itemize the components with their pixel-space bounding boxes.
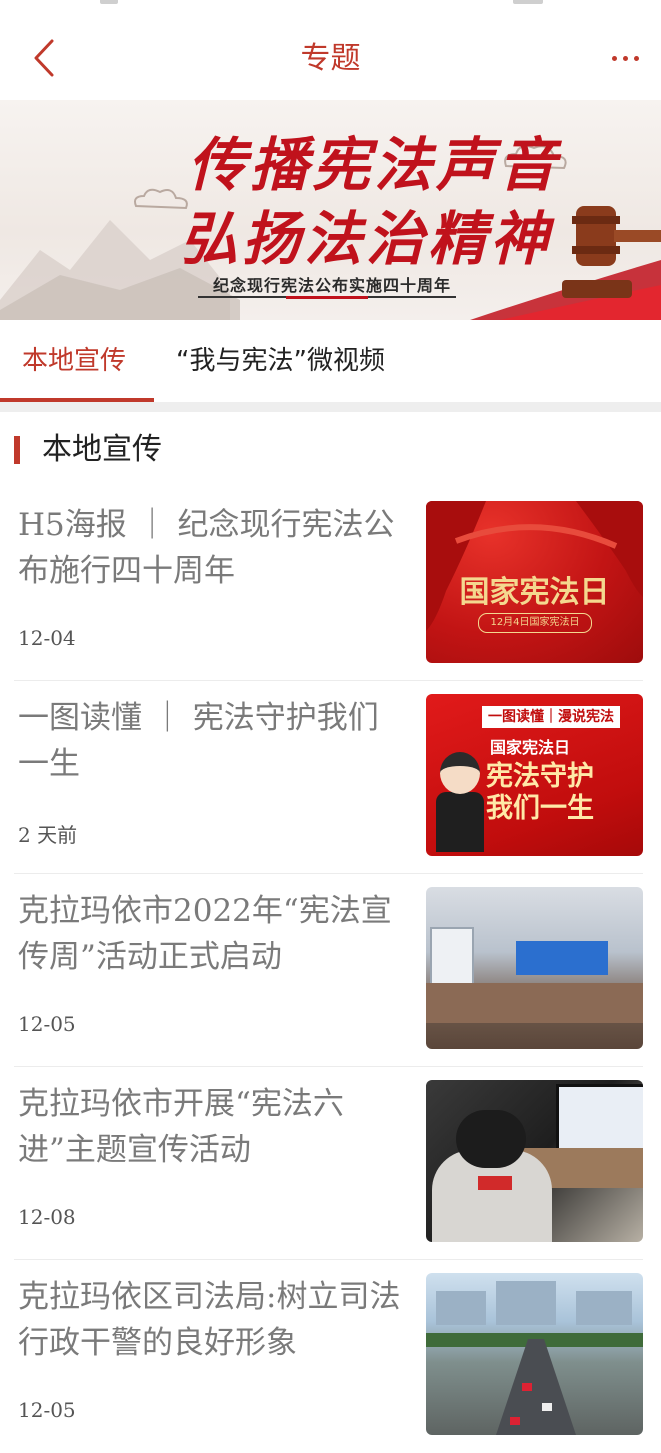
section-divider xyxy=(0,402,661,412)
building xyxy=(436,1291,486,1325)
gavel-icon xyxy=(562,206,661,298)
article-thumbnail: 一图读懂｜漫说宪法 国家宪法日 宪法守护 我们一生 xyxy=(426,694,643,856)
banner-headline-1: 传播宪法声音 xyxy=(188,131,561,199)
thumbnail-line-3: 我们一生 xyxy=(486,793,594,824)
tab-me-and-constitution-videos[interactable]: “我与宪法”微视频 xyxy=(176,320,385,402)
page-title: 专题 xyxy=(300,41,361,76)
more-dot xyxy=(633,55,639,61)
section-title: 本地宣传 xyxy=(42,432,162,467)
road xyxy=(496,1339,576,1435)
building xyxy=(496,1281,556,1325)
article-list: H5海报 ｜ 纪念现行宪法公布施行四十周年 12-04 国家宪法日 12月4日国… xyxy=(0,488,661,1453)
article-title: 一图读懂 ｜ 宪法守护我们一生 xyxy=(18,700,379,782)
more-button[interactable] xyxy=(603,40,647,76)
thumbnail-caption: 12月4日国家宪法日 xyxy=(478,613,592,633)
car xyxy=(542,1403,552,1411)
status-bar-mark-right xyxy=(513,0,543,4)
thumbnail-tag: 一图读懂｜漫说宪法 xyxy=(482,706,620,728)
article-item[interactable]: 克拉玛依市2022年“宪法宣传周”活动正式启动 12-05 xyxy=(0,874,661,1067)
tab-bar: 本地宣传 “我与宪法”微视频 xyxy=(0,320,661,402)
article-date: 12-05 xyxy=(18,1012,76,1036)
car xyxy=(510,1417,520,1425)
article-item[interactable]: 克拉玛依区司法局:树立司法行政干警的良好形象 12-05 xyxy=(0,1260,661,1453)
article-title: 克拉玛依区司法局:树立司法行政干警的良好形象 xyxy=(18,1279,401,1361)
article-title: H5海报 ｜ 纪念现行宪法公布施行四十周年 xyxy=(18,507,395,589)
student-head xyxy=(456,1110,526,1168)
article-title: 克拉玛依市2022年“宪法宣传周”活动正式启动 xyxy=(18,893,392,975)
cartoon-figure-body xyxy=(436,792,484,852)
article-thumbnail: 国家宪法日 12月4日国家宪法日 xyxy=(426,501,643,663)
article-thumbnail xyxy=(426,1273,643,1435)
more-dot xyxy=(622,55,628,61)
section-accent-bar xyxy=(14,436,20,464)
article-item[interactable]: 一图读懂 ｜ 宪法守护我们一生 2 天前 一图读懂｜漫说宪法 国家宪法日 宪法守… xyxy=(0,681,661,874)
banner-headline-2: 弘扬法治精神 xyxy=(180,205,553,273)
red-scarf xyxy=(478,1176,512,1190)
article-item[interactable]: H5海报 ｜ 纪念现行宪法公布施行四十周年 12-04 国家宪法日 12月4日国… xyxy=(0,488,661,681)
article-item[interactable]: 克拉玛依市开展“宪法六进”主题宣传活动 12-08 xyxy=(0,1067,661,1260)
article-thumbnail xyxy=(426,1080,643,1242)
meeting-room-window xyxy=(430,927,474,987)
article-date: 12-04 xyxy=(18,626,76,650)
banner-subtitle: 纪念现行宪法公布实施四十周年 xyxy=(213,276,452,295)
status-bar xyxy=(0,0,661,18)
cartoon-figure-head xyxy=(440,752,480,794)
car xyxy=(522,1383,532,1391)
status-bar-mark-left xyxy=(100,0,118,4)
building xyxy=(576,1291,632,1325)
section-header: 本地宣传 xyxy=(0,412,661,488)
computer-monitor xyxy=(556,1084,643,1156)
thumbnail-headline: 国家宪法日 xyxy=(459,575,610,610)
meeting-room-screen xyxy=(516,941,608,975)
tab-local-promotion[interactable]: 本地宣传 xyxy=(22,320,126,402)
article-date: 2 天前 xyxy=(18,823,78,847)
banner-subtitle-accent xyxy=(286,296,368,299)
navigation-bar: 专题 xyxy=(0,18,661,100)
more-dots-icon xyxy=(611,55,617,61)
article-date: 12-08 xyxy=(18,1205,76,1229)
article-date: 12-05 xyxy=(18,1398,76,1422)
meeting-room-tables xyxy=(426,983,643,1023)
article-thumbnail xyxy=(426,887,643,1049)
article-title: 克拉玛依市开展“宪法六进”主题宣传活动 xyxy=(18,1086,344,1168)
topic-banner[interactable]: 传播宪法声音 弘扬法治精神 纪念现行宪法公布实施四十周年 xyxy=(0,100,661,320)
